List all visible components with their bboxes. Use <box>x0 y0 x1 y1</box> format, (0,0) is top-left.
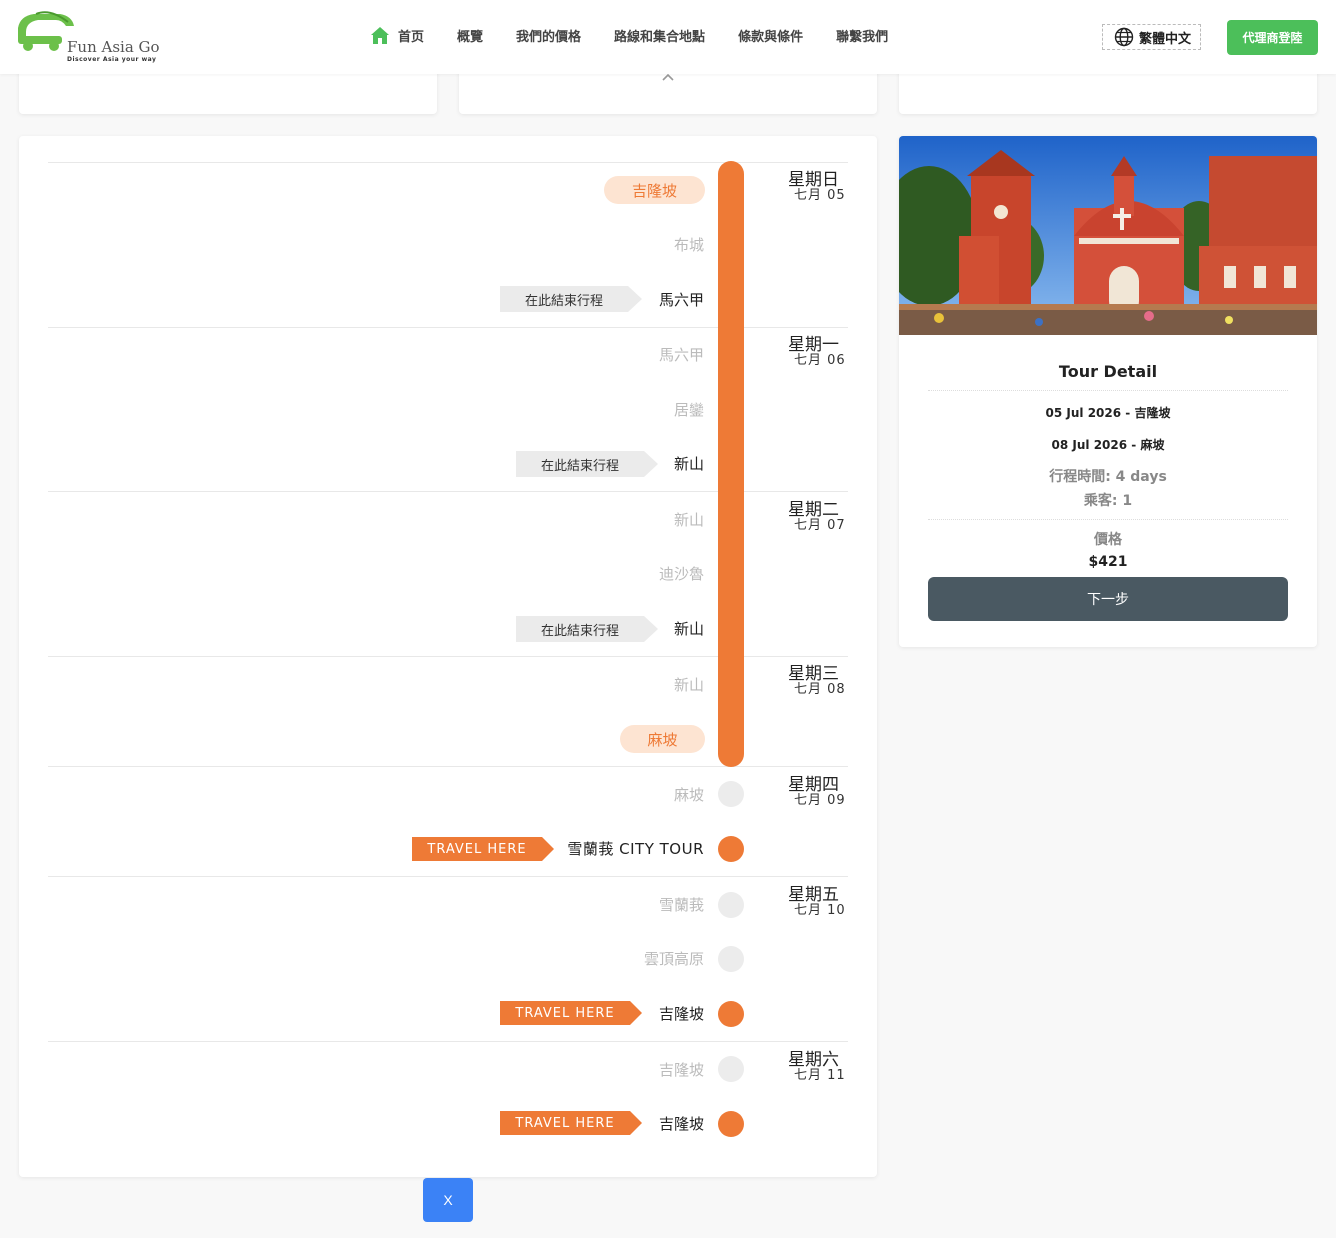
tour-photo <box>899 136 1317 335</box>
day-label: 星期三 七月 08 <box>788 665 848 697</box>
stop-dot[interactable] <box>718 781 744 807</box>
stop-dot[interactable] <box>718 836 744 862</box>
price-value: $421 <box>1088 554 1128 570</box>
home-icon <box>371 27 389 44</box>
language-selector[interactable]: 繁體中文 <box>1102 24 1201 50</box>
divider <box>928 519 1288 520</box>
stop-dot[interactable] <box>718 1111 744 1137</box>
stop-name[interactable]: 吉隆坡 <box>659 1003 704 1024</box>
stop-name[interactable]: 馬六甲 <box>659 289 704 310</box>
day-name: 星期二 <box>788 500 839 520</box>
tour-passengers: 乘客: 1 <box>1083 493 1133 509</box>
nav-contact[interactable]: 聯繫我們 <box>836 26 888 45</box>
stop-name[interactable]: 馬六甲 <box>659 344 704 365</box>
day-label: 星期五 七月 10 <box>788 886 848 918</box>
travel-here-tag[interactable]: TRAVEL HERE <box>412 837 554 861</box>
stop-name[interactable]: 麻坡 <box>674 784 704 805</box>
stop-name[interactable]: 吉隆坡 <box>659 1059 704 1080</box>
agent-login-button[interactable]: 代理商登陸 <box>1227 20 1318 55</box>
stop-name[interactable]: 新山 <box>674 674 704 695</box>
stop-name[interactable]: 雪蘭莪 CITY TOUR <box>567 838 704 859</box>
stop-dot[interactable] <box>718 946 744 972</box>
end-here-tag[interactable]: 在此結束行程 <box>516 451 658 477</box>
tour-end: 08 Jul 2026 - 麻坡 <box>1051 438 1165 452</box>
nav-home[interactable]: 首页 <box>370 26 424 45</box>
language-label: 繁體中文 <box>1139 31 1192 47</box>
travel-here-tag[interactable]: TRAVEL HERE <box>500 1111 642 1135</box>
day-date: 七月 08 <box>794 682 846 697</box>
day-name: 星期五 <box>788 885 839 905</box>
end-here-tag[interactable]: 在此結束行程 <box>500 286 642 312</box>
divider <box>928 390 1288 391</box>
nav-overview[interactable]: 概覽 <box>457 26 483 45</box>
stop-name[interactable]: 新山 <box>674 509 704 530</box>
day-name: 星期六 <box>788 1050 839 1070</box>
stop-name[interactable]: 新山 <box>674 453 704 474</box>
end-here-tag[interactable]: 在此結束行程 <box>516 616 658 642</box>
stop-dot[interactable] <box>718 1056 744 1082</box>
day-date: 七月 09 <box>794 793 846 808</box>
tour-duration: 行程時間: 4 days <box>1049 469 1167 485</box>
day-label: 星期六 七月 11 <box>788 1051 848 1083</box>
stop-name[interactable]: 新山 <box>674 618 704 639</box>
stop-name[interactable]: 居鑾 <box>674 399 704 420</box>
logo-tagline: Discover Asia your way <box>67 56 157 63</box>
nav-home-label: 首页 <box>398 30 425 45</box>
stop-name[interactable]: 吉隆坡 <box>659 1113 704 1134</box>
day-name: 星期四 <box>788 775 839 795</box>
stop-name[interactable]: 布城 <box>674 234 704 255</box>
logo-text: Fun Asia Go <box>67 38 160 56</box>
nav-routes[interactable]: 路線和集合地點 <box>614 26 705 45</box>
day-label: 星期二 七月 07 <box>788 501 848 533</box>
day-date: 七月 06 <box>794 353 846 368</box>
day-date: 七月 11 <box>794 1068 846 1083</box>
day-name: 星期三 <box>788 664 839 684</box>
nav-overview-label: 概覽 <box>457 30 484 45</box>
nav-contact-label: 聯繫我們 <box>836 30 889 45</box>
selected-route-bar <box>718 161 744 767</box>
tour-detail-title: Tour Detail <box>1058 362 1158 381</box>
day-date: 七月 10 <box>794 903 846 918</box>
day-date: 七月 05 <box>794 188 846 203</box>
day-date: 七月 07 <box>794 518 846 533</box>
next-step-button[interactable]: 下一步 <box>928 577 1288 621</box>
nav-routes-label: 路線和集合地點 <box>614 30 706 45</box>
stop-dot[interactable] <box>718 1001 744 1027</box>
day-label: 星期四 七月 09 <box>788 776 848 808</box>
day-divider <box>48 876 848 877</box>
stop-dot[interactable] <box>718 892 744 918</box>
close-button[interactable]: X <box>423 1178 473 1222</box>
end-stop-pill[interactable]: 麻坡 <box>620 725 705 753</box>
nav-prices-label: 我們的價格 <box>516 30 582 45</box>
stop-name[interactable]: 迪沙魯 <box>659 563 704 584</box>
main-nav: 首页 概覽 我們的價格 路線和集合地點 條款與條件 聯繫我們 <box>370 26 921 45</box>
nav-terms[interactable]: 條款與條件 <box>738 26 803 45</box>
globe-icon <box>1114 27 1134 47</box>
site-header: Fun Asia Go Discover Asia your way 首页 概覽… <box>0 0 1336 74</box>
day-label: 星期日 七月 05 <box>788 171 848 203</box>
stop-name[interactable]: 雪蘭莪 <box>659 894 704 915</box>
tour-detail-card: Tour Detail 05 Jul 2026 - 吉隆坡 08 Jul 202… <box>899 136 1317 647</box>
price-label: 價格 <box>1094 532 1122 548</box>
nav-terms-label: 條款與條件 <box>738 30 804 45</box>
day-divider <box>48 1041 848 1042</box>
day-name: 星期日 <box>788 170 839 190</box>
start-stop-pill[interactable]: 吉隆坡 <box>604 176 705 204</box>
tour-start: 05 Jul 2026 - 吉隆坡 <box>1045 406 1171 420</box>
travel-here-tag[interactable]: TRAVEL HERE <box>500 1001 642 1025</box>
day-label: 星期一 七月 06 <box>788 336 848 368</box>
nav-prices[interactable]: 我們的價格 <box>516 26 581 45</box>
day-name: 星期一 <box>788 335 839 355</box>
logo[interactable]: Fun Asia Go Discover Asia your way <box>16 10 161 66</box>
stop-name[interactable]: 雲頂高原 <box>644 948 704 969</box>
